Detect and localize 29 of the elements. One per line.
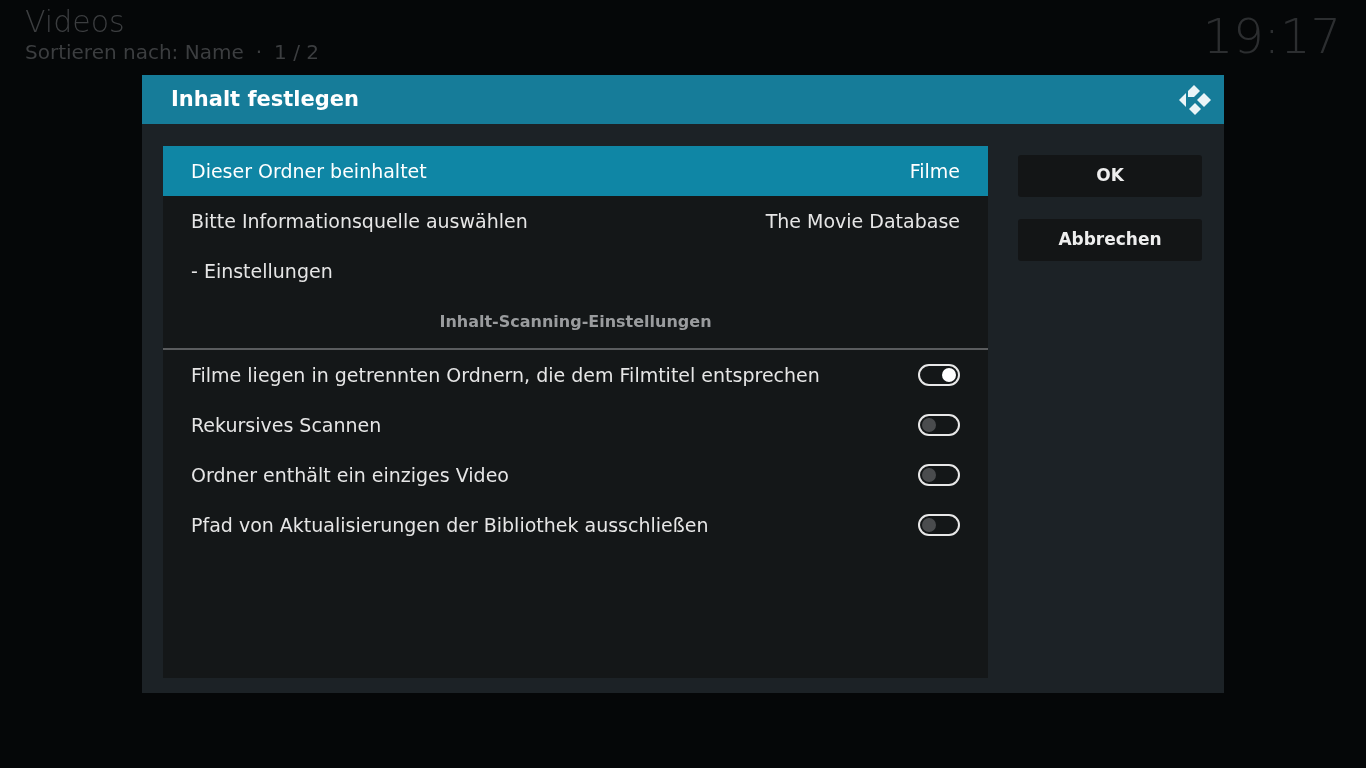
dialog-button[interactable]: Abbrechen	[1018, 219, 1202, 261]
row-label: - Einstellungen	[191, 258, 333, 284]
row-label: Rekursives Scannen	[191, 412, 382, 438]
settings-row[interactable]: - Einstellungen	[163, 246, 988, 296]
dialog-title: Inhalt festlegen	[171, 85, 359, 113]
logo-icon	[1178, 82, 1214, 117]
row-label: Filme liegen in getrennten Ordnern, die dem Filmtitel entsprechen	[191, 362, 820, 388]
row-label: Dieser Ordner beinhaltet	[191, 158, 427, 184]
page-counter: 1 / 2	[274, 40, 319, 64]
toggle-switch[interactable]	[918, 514, 960, 536]
row-label: Bitte Informationsquelle auswählen	[191, 208, 528, 234]
row-label: Ordner enthält ein einziges Video	[191, 462, 509, 488]
toggle-switch[interactable]	[918, 414, 960, 436]
settings-row[interactable]: Dieser Ordner beinhaltet Filme	[163, 146, 988, 196]
row-value: Filme	[909, 158, 960, 184]
settings-row[interactable]: Ordner enthält ein einziges Video	[163, 450, 988, 500]
toggle-switch[interactable]	[918, 464, 960, 486]
row-label: Pfad von Aktualisierungen der Bibliothek ausschließen	[191, 512, 709, 538]
dialog-button[interactable]: OK	[1018, 155, 1202, 197]
sort-label: Sortieren nach: Name	[25, 40, 244, 64]
section-heading: Inhalt-Scanning-Einstellungen	[439, 311, 712, 333]
row-value: The Movie Database	[765, 208, 960, 234]
settings-row[interactable]: Bitte Informationsquelle auswählen The Movie Database	[163, 196, 988, 246]
page-title: Videos	[25, 4, 126, 40]
settings-row[interactable]: Rekursives Scannen	[163, 400, 988, 450]
settings-row[interactable]: Filme liegen in getrennten Ordnern, die dem Filmtitel entsprechen	[163, 350, 988, 400]
toggle-switch[interactable]	[918, 364, 960, 386]
settings-row[interactable]: Pfad von Aktualisierungen der Bibliothek ausschließen	[163, 500, 988, 550]
separator-dot: ·	[255, 40, 263, 64]
